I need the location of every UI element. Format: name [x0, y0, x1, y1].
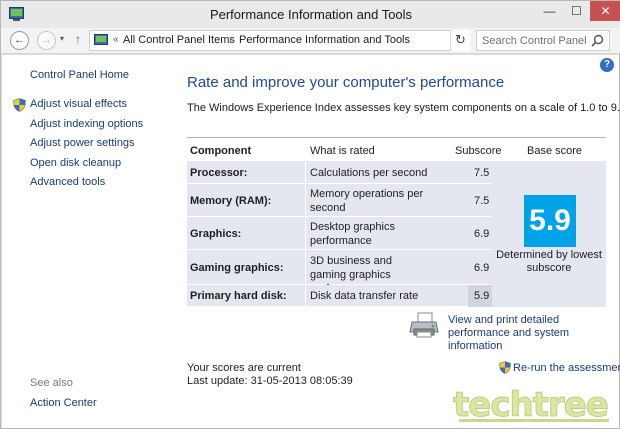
arrow-left-icon: ←	[14, 34, 25, 46]
score-table: Component What is rated Subscore Base sc…	[187, 137, 606, 307]
component-label: Memory (RAM):	[190, 195, 272, 207]
uac-shield-icon	[499, 361, 511, 374]
control-panel-home-link[interactable]: Control Panel Home	[30, 69, 129, 81]
address-box[interactable]: « All Control Panel Items › Performance …	[89, 30, 470, 51]
window-title: Performance Information and Tools	[209, 7, 413, 22]
help-icon[interactable]: ?	[600, 58, 614, 72]
table-row: Primary hard disk: Disk data transfer ra…	[187, 285, 492, 307]
component-label: Primary hard disk:	[190, 290, 287, 302]
column-header-subscore: Subscore	[455, 145, 502, 157]
column-divider	[305, 250, 306, 284]
address-bar-row: ← → ▾ ↑ « All Control Panel Items › Perf…	[1, 28, 620, 54]
page-title: Rate and improve your computer's perform…	[187, 74, 505, 91]
arrow-right-icon: →	[41, 34, 52, 46]
rated-description: Disk data transfer rate	[310, 290, 419, 302]
base-score-tile: 5.9	[524, 195, 576, 247]
column-divider	[305, 285, 306, 306]
control-panel-icon	[94, 34, 108, 45]
forward-button[interactable]: →	[37, 31, 56, 50]
open-disk-cleanup-link[interactable]: Open disk cleanup	[30, 157, 121, 169]
column-header-what: What is rated	[310, 145, 375, 157]
printer-icon	[409, 312, 439, 338]
breadcrumb-overflow[interactable]: «	[113, 34, 119, 45]
base-score-caption: Determined by lowest subscore	[496, 249, 602, 274]
table-row: Gaming graphics: 3D business and gaming …	[187, 250, 492, 295]
action-center-link[interactable]: Action Center	[30, 397, 97, 409]
back-button[interactable]: ←	[10, 31, 29, 50]
content-area: Control Panel Home Adjust visual effects…	[2, 55, 620, 428]
table-row: Graphics: Desktop graphics performance 6…	[187, 217, 492, 250]
up-button[interactable]: ↑	[75, 32, 81, 46]
advanced-tools-link[interactable]: Advanced tools	[30, 176, 105, 188]
refresh-icon: ↻	[455, 32, 466, 47]
refresh-button[interactable]: ↻	[450, 30, 470, 51]
column-header-base-score: Base score	[527, 145, 583, 157]
search-box[interactable]	[476, 30, 610, 51]
recent-locations-button[interactable]: ▾	[60, 34, 64, 43]
left-pane: Control Panel Home Adjust visual effects…	[2, 55, 174, 428]
subscore-value: 7.5	[474, 195, 490, 207]
column-divider	[305, 184, 306, 216]
search-input[interactable]	[482, 33, 592, 48]
base-score-panel: 5.9 Determined by lowest subscore	[492, 161, 606, 307]
rerun-assessment-link[interactable]: Re-run the assessment	[513, 362, 620, 374]
close-button[interactable]: ✕	[590, 1, 620, 21]
watermark-underline	[459, 419, 609, 422]
view-print-details-link[interactable]: View and print detailed performance and …	[448, 314, 613, 353]
table-row: Processor: Calculations per second 7.5	[187, 161, 492, 184]
component-label: Graphics:	[190, 228, 242, 240]
table-header: Component What is rated Subscore Base sc…	[187, 137, 606, 161]
uac-shield-icon	[13, 98, 26, 112]
subscore-value: 7.5	[474, 167, 490, 179]
component-label: Processor:	[190, 167, 248, 179]
page-description: The Windows Experience Index assesses ke…	[187, 102, 620, 114]
window: Performance Information and Tools — ☐ ✕ …	[0, 0, 620, 429]
breadcrumb-all-items[interactable]: All Control Panel Items	[123, 34, 235, 46]
column-header-component: Component	[190, 145, 252, 157]
search-icon[interactable]	[591, 34, 604, 47]
subscore-value: 5.9	[474, 290, 490, 302]
breadcrumb-separator[interactable]: ›	[229, 34, 232, 45]
component-label: Gaming graphics:	[190, 262, 284, 274]
subscore-value: 6.9	[474, 228, 490, 240]
rated-description: Calculations per second	[310, 167, 428, 179]
scores-status: Your scores are current	[187, 362, 301, 374]
rated-description: Desktop graphics performance	[310, 221, 395, 247]
column-divider	[305, 161, 306, 183]
minimize-button[interactable]: —	[536, 1, 563, 21]
table-row: Memory (RAM): Memory operations per seco…	[187, 184, 492, 217]
last-update: Last update: 31-05-2013 08:05:39	[187, 375, 353, 387]
adjust-power-settings-link[interactable]: Adjust power settings	[30, 137, 135, 149]
maximize-button[interactable]: ☐	[563, 1, 590, 21]
breadcrumb-current[interactable]: Performance Information and Tools	[239, 34, 410, 46]
subscore-value: 6.9	[474, 262, 490, 274]
rated-description: Memory operations per second	[310, 188, 424, 214]
column-divider	[305, 217, 306, 249]
adjust-visual-effects-link[interactable]: Adjust visual effects	[30, 98, 127, 110]
see-also-label: See also	[30, 377, 73, 389]
adjust-indexing-options-link[interactable]: Adjust indexing options	[30, 118, 143, 130]
title-bar: Performance Information and Tools — ☐ ✕	[1, 1, 620, 28]
